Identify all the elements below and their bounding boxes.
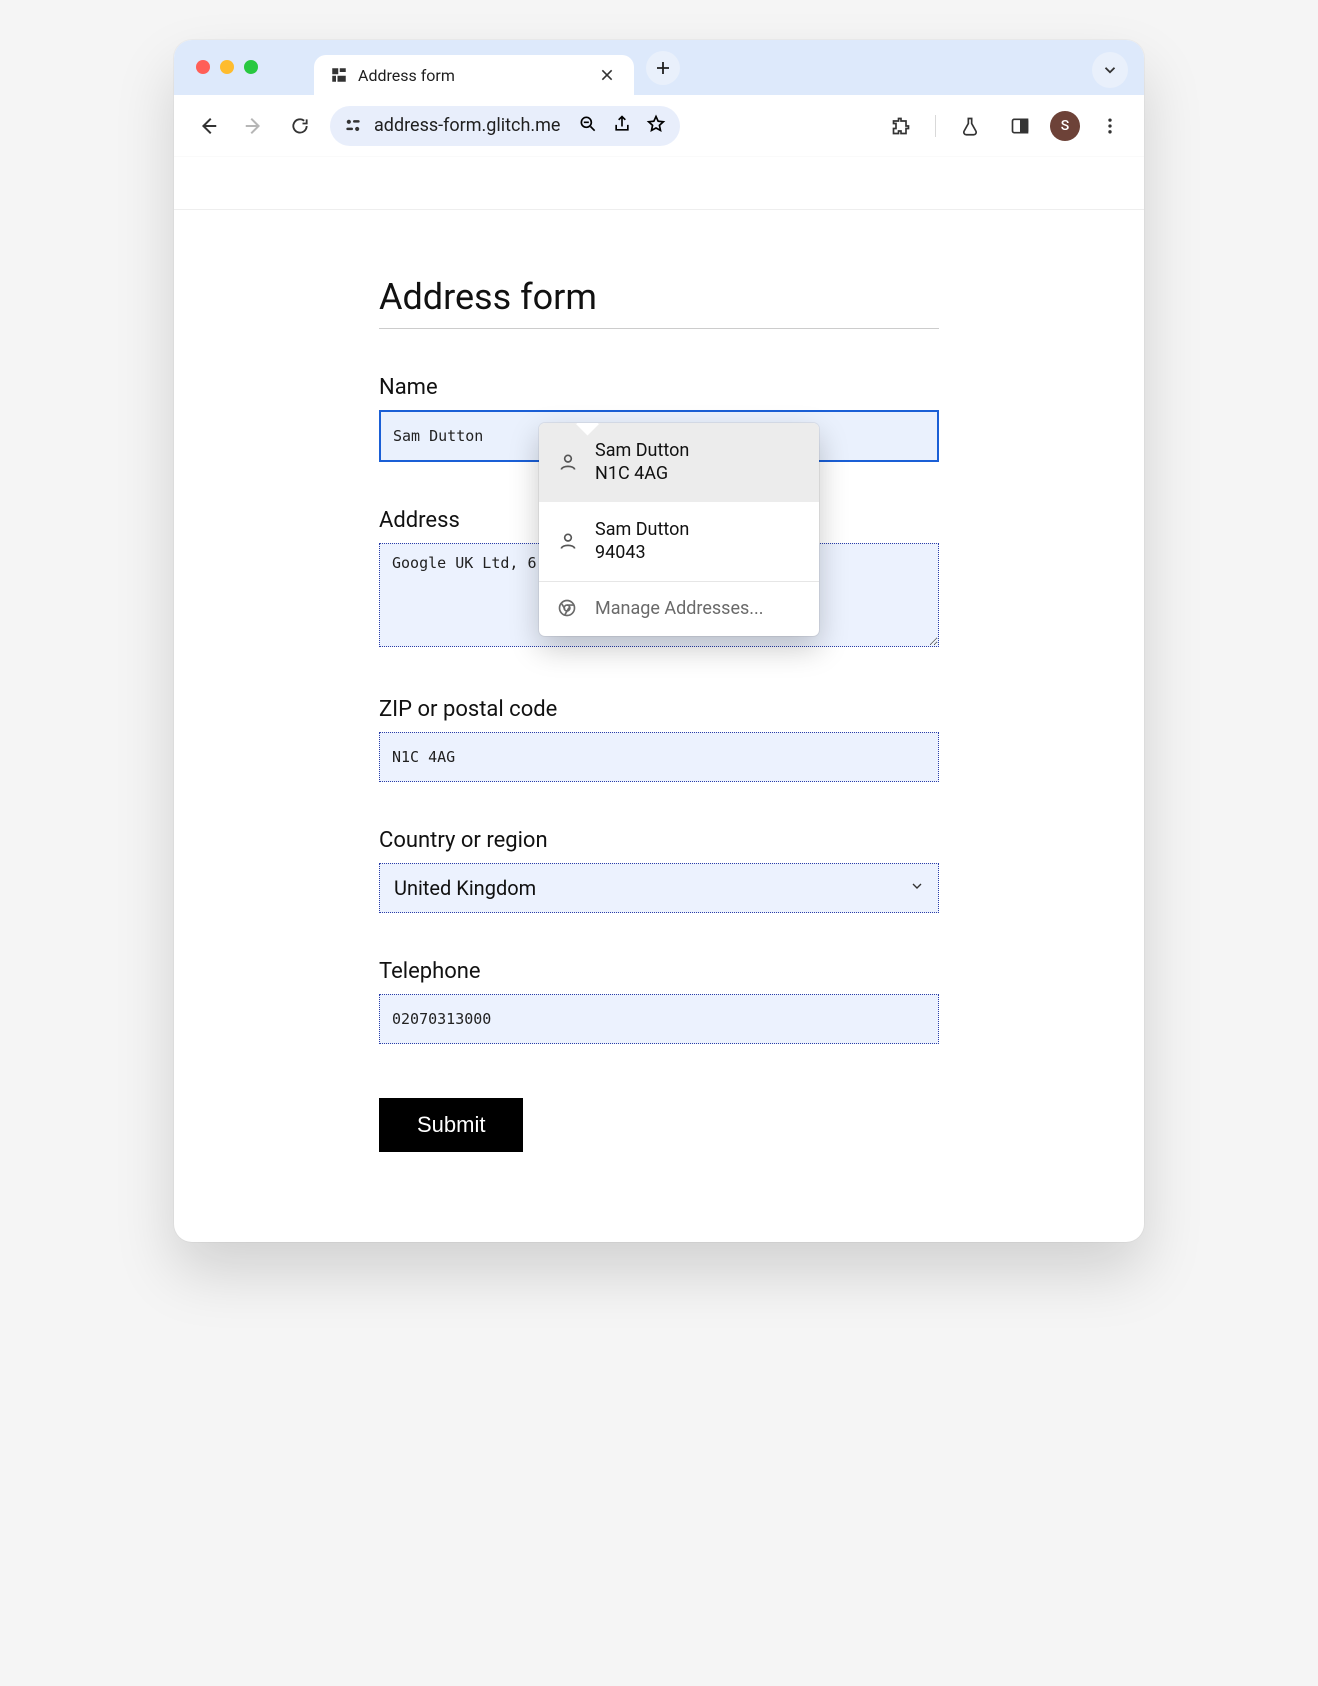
autofill-detail: N1C 4AG [595, 462, 689, 485]
browser-tab[interactable]: Address form [314, 55, 634, 95]
share-icon[interactable] [612, 114, 632, 138]
profile-avatar[interactable]: S [1050, 111, 1080, 141]
tab-favicon-icon [330, 66, 348, 84]
url-text: address-form.glitch.me [374, 115, 560, 136]
autofill-name: Sam Dutton [595, 518, 689, 541]
new-tab-button[interactable] [646, 51, 680, 85]
tab-close-button[interactable] [594, 62, 620, 88]
telephone-input[interactable] [379, 994, 939, 1044]
autofill-suggestion[interactable]: Sam Dutton 94043 [539, 502, 819, 581]
person-icon [557, 530, 579, 552]
country-select[interactable]: United Kingdom [379, 863, 939, 913]
telephone-label: Telephone [379, 959, 939, 984]
page-title: Address form [379, 276, 939, 329]
toolbar: address-form.glitch.me [174, 95, 1144, 157]
submit-button[interactable]: Submit [379, 1098, 523, 1152]
forward-button[interactable] [234, 106, 274, 146]
autofill-name: Sam Dutton [595, 439, 689, 462]
reload-button[interactable] [280, 106, 320, 146]
kebab-menu-button[interactable] [1090, 106, 1130, 146]
minimize-window-button[interactable] [220, 60, 234, 74]
site-info-icon[interactable] [342, 115, 364, 137]
fullscreen-window-button[interactable] [244, 60, 258, 74]
autofill-suggestion[interactable]: Sam Dutton N1C 4AG [539, 423, 819, 502]
country-label: Country or region [379, 828, 939, 853]
side-panel-button[interactable] [1000, 106, 1040, 146]
postal-input[interactable] [379, 732, 939, 782]
manage-addresses-button[interactable]: Manage Addresses... [539, 582, 819, 636]
window-controls [196, 60, 258, 74]
bookmark-star-icon[interactable] [646, 114, 666, 138]
zoom-icon[interactable] [578, 114, 598, 138]
close-window-button[interactable] [196, 60, 210, 74]
tab-title: Address form [358, 66, 584, 85]
extensions-button[interactable] [881, 106, 921, 146]
avatar-letter: S [1061, 118, 1069, 134]
labs-button[interactable] [950, 106, 990, 146]
browser-window: Address form address-form.glitch.me [174, 40, 1144, 1242]
chrome-icon [557, 598, 579, 620]
autofill-popup: Sam Dutton N1C 4AG Sam Dutton 94043 [539, 423, 819, 636]
manage-addresses-label: Manage Addresses... [595, 598, 764, 619]
titlebar: Address form [174, 40, 1144, 95]
autofill-detail: 94043 [595, 541, 689, 564]
page-divider [174, 209, 1144, 210]
address-bar[interactable]: address-form.glitch.me [330, 106, 680, 146]
name-label: Name [379, 375, 939, 400]
person-icon [557, 451, 579, 473]
tab-overflow-button[interactable] [1092, 52, 1128, 88]
page-content: Address form Name Sam Dutton N1C 4AG [174, 209, 1144, 1242]
postal-label: ZIP or postal code [379, 697, 939, 722]
toolbar-separator [935, 115, 936, 137]
back-button[interactable] [188, 106, 228, 146]
